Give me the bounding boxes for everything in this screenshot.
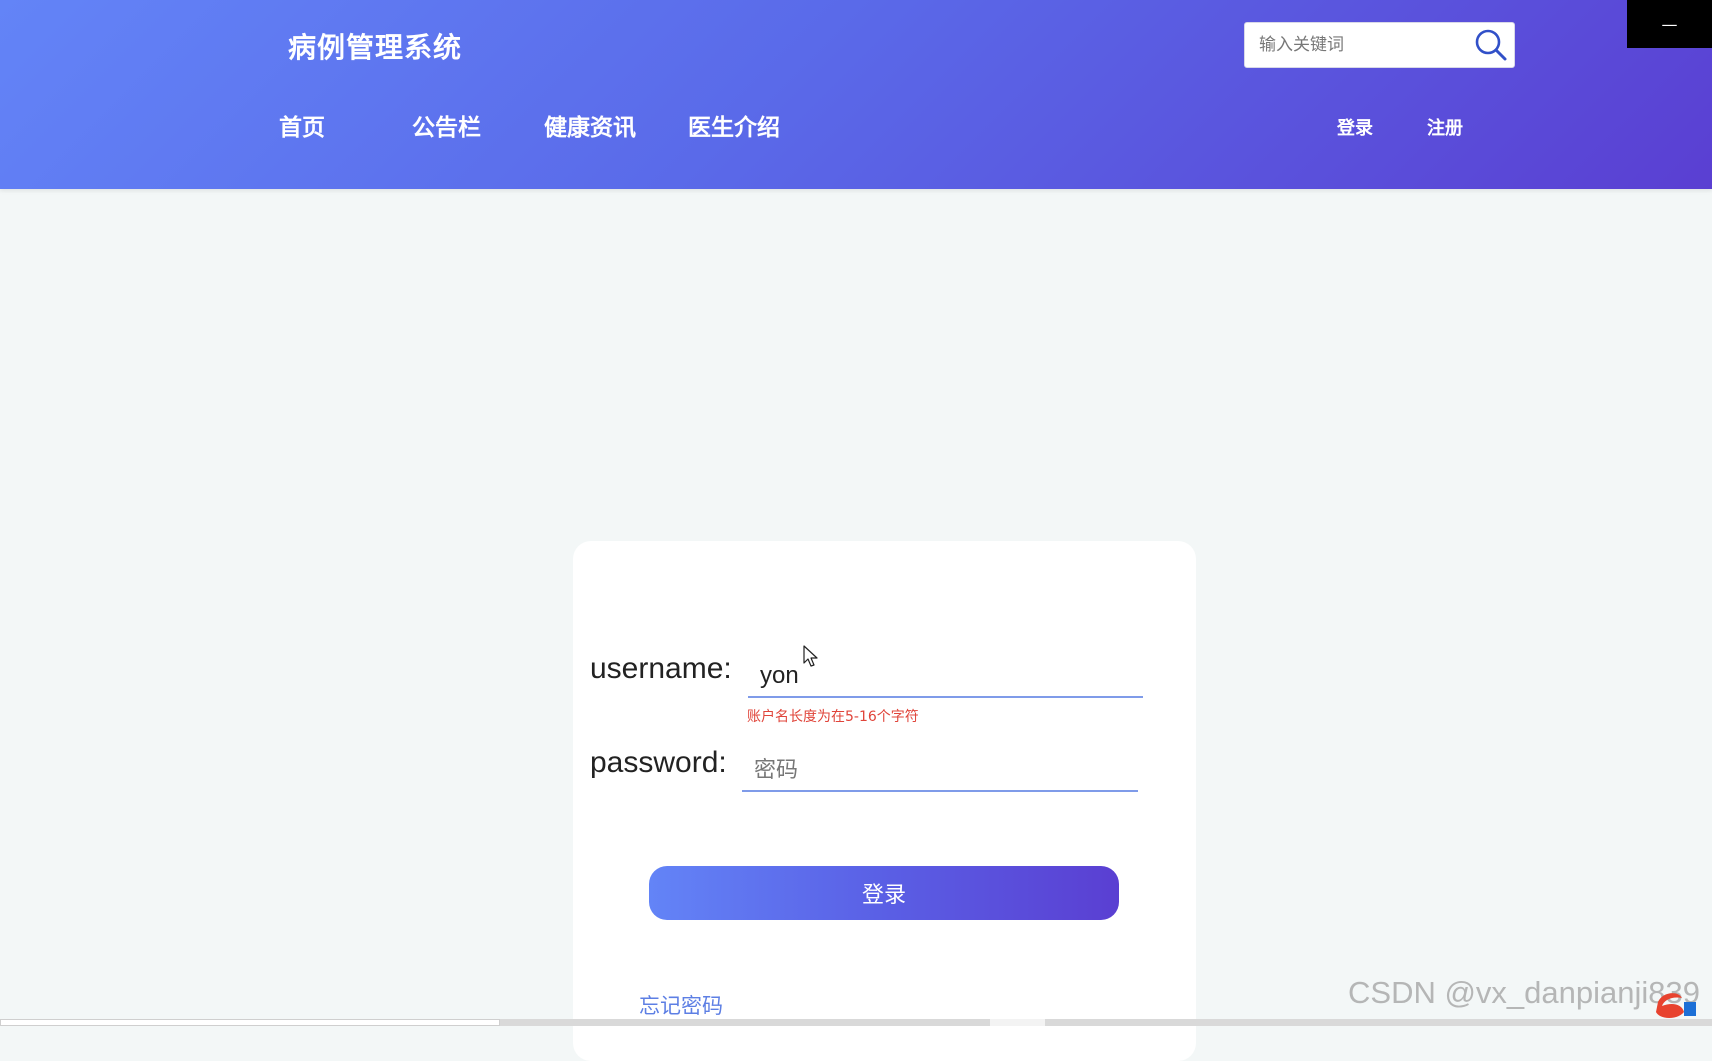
nav-doctors[interactable]: 医生介绍 xyxy=(688,108,780,142)
watermark: CSDN @vx_danpianji839 xyxy=(1348,975,1700,1010)
username-error: 账户名长度为在5-16个字符 xyxy=(747,709,919,725)
username-label: username: xyxy=(590,652,732,685)
password-label: password: xyxy=(590,746,727,779)
nav-home[interactable]: 首页 xyxy=(279,108,325,142)
horizontal-scrollbar-thumb[interactable] xyxy=(0,1019,500,1026)
register-link[interactable]: 注册 xyxy=(1427,114,1463,140)
horizontal-scrollbar-segment xyxy=(990,1019,1045,1026)
ime-logo-icon xyxy=(1656,993,1696,1018)
minimize-button[interactable]: — xyxy=(1627,0,1712,48)
forgot-password-link[interactable]: 忘记密码 xyxy=(639,990,723,1020)
search-input[interactable] xyxy=(1245,23,1465,67)
login-submit-button[interactable]: 登录 xyxy=(649,866,1119,920)
login-card xyxy=(573,541,1196,1061)
mouse-pointer-icon xyxy=(803,645,818,667)
password-field[interactable] xyxy=(742,750,1138,792)
search-icon xyxy=(1475,29,1507,61)
top-header: 病例管理系统 首页 公告栏 健康资讯 医生介绍 登录 注册 xyxy=(0,0,1712,189)
search-button[interactable] xyxy=(1468,23,1514,67)
nav-health-news[interactable]: 健康资讯 xyxy=(544,108,636,142)
site-title: 病例管理系统 xyxy=(288,31,463,64)
login-link[interactable]: 登录 xyxy=(1337,114,1373,140)
nav-announcements[interactable]: 公告栏 xyxy=(412,108,481,142)
search-box xyxy=(1244,22,1515,68)
